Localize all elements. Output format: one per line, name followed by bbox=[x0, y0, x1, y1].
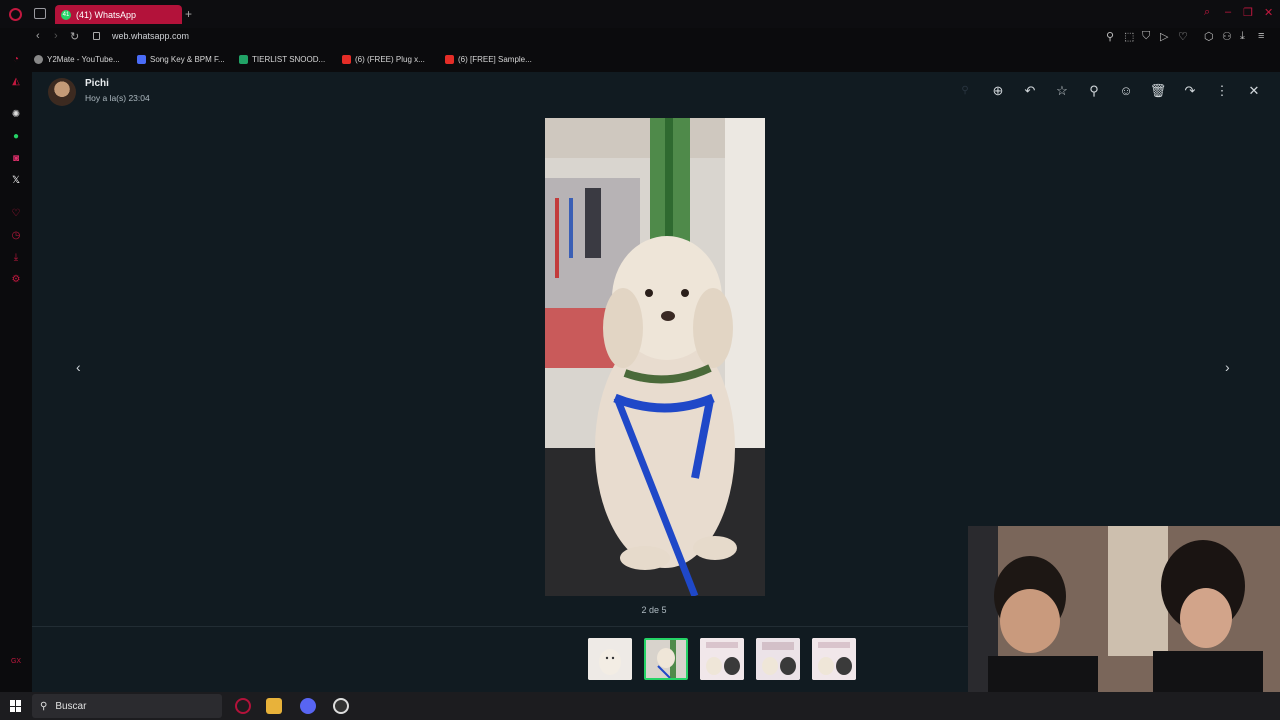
download-icon[interactable]: ⤓ bbox=[1240, 30, 1245, 43]
whatsapp-tab-icon: 41 bbox=[61, 9, 71, 20]
opera-gx-taskbar-icon[interactable] bbox=[235, 698, 251, 714]
bookmark-item[interactable]: TIERLIST SNOOD... bbox=[239, 53, 325, 65]
dog-photo-illustration bbox=[545, 118, 765, 596]
media-thumbnail-2-selected[interactable] bbox=[644, 638, 688, 680]
workspace-icon[interactable]: ◭ bbox=[10, 76, 22, 88]
emoji-icon[interactable]: ☺ bbox=[1117, 82, 1135, 100]
opera-menu-icon[interactable] bbox=[9, 8, 22, 21]
star-icon[interactable]: ☆ bbox=[1053, 82, 1071, 100]
tab-title: (41) WhatsApp bbox=[76, 9, 137, 20]
aria-icon[interactable]: ◔ bbox=[10, 54, 22, 66]
next-media-button[interactable]: › bbox=[1225, 359, 1230, 375]
previous-media-button[interactable]: ‹ bbox=[76, 359, 81, 375]
media-thumbnail-4[interactable] bbox=[756, 638, 800, 680]
bookmark-favicon bbox=[342, 54, 351, 64]
media-photo[interactable] bbox=[545, 118, 765, 596]
close-viewer-icon[interactable]: ✕ bbox=[1245, 82, 1263, 100]
snapshot-icon[interactable]: ⬚ bbox=[1124, 30, 1134, 43]
pin-message-icon[interactable]: ⚲ bbox=[1085, 82, 1103, 100]
thumbnail-image bbox=[646, 640, 686, 678]
discord-icon[interactable] bbox=[300, 698, 316, 714]
history-icon[interactable]: ◷ bbox=[10, 230, 22, 242]
browser-title-bar: 41 (41) WhatsApp + ⌕ – ❐ ✕ bbox=[0, 0, 1280, 28]
avatar[interactable] bbox=[48, 78, 76, 106]
file-explorer-icon[interactable] bbox=[266, 698, 282, 714]
bookmark-item[interactable]: Y2Mate - YouTube... bbox=[34, 53, 120, 65]
reload-button[interactable]: ↻ bbox=[70, 30, 79, 43]
windows-taskbar: ⚲ Buscar bbox=[0, 692, 1280, 720]
webcam-video-illustration bbox=[968, 526, 1280, 720]
media-thumbnail-5[interactable] bbox=[812, 638, 856, 680]
thumbnail-image bbox=[812, 638, 856, 680]
shield-icon[interactable]: ⛉ bbox=[1142, 30, 1150, 43]
windows-start-icon[interactable] bbox=[10, 700, 22, 712]
bookmark-favicon bbox=[239, 54, 248, 64]
media-thumbnail-3[interactable] bbox=[700, 638, 744, 680]
thumbnail-image bbox=[700, 638, 744, 680]
delete-icon[interactable]: 🗑 bbox=[1149, 82, 1167, 100]
instagram-icon[interactable]: ◙ bbox=[10, 153, 22, 165]
webcam-overlay bbox=[968, 526, 1280, 720]
bookmark-item[interactable]: (6) (FREE) Plug x... bbox=[342, 53, 425, 65]
media-counter: 2 de 5 bbox=[641, 605, 667, 615]
bookmark-item[interactable]: Song Key & BPM F... bbox=[137, 53, 225, 65]
zoom-out-icon: ⚲ bbox=[961, 85, 969, 96]
downloads-icon[interactable]: ⤓ bbox=[10, 252, 22, 264]
lock-icon bbox=[93, 32, 100, 40]
bookmark-item[interactable]: (6) [FREE] Sample... bbox=[445, 53, 532, 65]
reply-icon[interactable]: ↶ bbox=[1021, 82, 1039, 100]
tab-switcher-icon[interactable] bbox=[34, 8, 46, 19]
sender-name: Pichi bbox=[85, 78, 109, 89]
menu-icon[interactable]: ≡ bbox=[1258, 30, 1264, 42]
heart-icon[interactable]: ♡ bbox=[1178, 30, 1188, 43]
tab-whatsapp[interactable]: 41 (41) WhatsApp bbox=[55, 5, 182, 24]
bookmark-label: TIERLIST SNOOD... bbox=[252, 54, 326, 64]
back-button[interactable]: ‹ bbox=[36, 30, 40, 42]
thumbnail-image bbox=[588, 638, 632, 680]
opera-sidebar: ◔ ◭ ✺ ● ◙ 𝕏 ♡ ◷ ⤓ ⚙ GX bbox=[0, 48, 32, 692]
chatgpt-icon[interactable]: ✺ bbox=[10, 109, 22, 121]
taskbar-search-placeholder: Buscar bbox=[55, 700, 87, 712]
message-timestamp: Hoy a la(s) 23:04 bbox=[85, 93, 150, 103]
obs-icon[interactable] bbox=[333, 698, 349, 714]
zoom-in-icon[interactable]: ⊕ bbox=[989, 82, 1007, 100]
close-window-button[interactable]: ✕ bbox=[1264, 6, 1273, 19]
play-icon[interactable]: ▷ bbox=[1160, 30, 1168, 43]
address-bar[interactable]: web.whatsapp.com bbox=[112, 31, 189, 41]
bookmark-favicon bbox=[445, 54, 454, 64]
x-twitter-icon[interactable]: 𝕏 bbox=[10, 175, 22, 187]
gx-icon[interactable]: GX bbox=[10, 656, 22, 668]
bookmark-label: Y2Mate - YouTube... bbox=[47, 54, 120, 64]
media-thumbnail-1[interactable] bbox=[588, 638, 632, 680]
more-options-icon[interactable]: ⋮ bbox=[1213, 82, 1231, 100]
minimize-button[interactable]: – bbox=[1225, 6, 1231, 18]
pin-icon[interactable]: ⚲ bbox=[1106, 30, 1114, 43]
bookmark-label: Song Key & BPM F... bbox=[150, 54, 225, 64]
search-icon: ⚲ bbox=[40, 700, 48, 712]
new-tab-button[interactable]: + bbox=[185, 7, 192, 21]
extensions-icon[interactable]: ⬡ bbox=[1204, 30, 1214, 43]
favorites-icon[interactable]: ♡ bbox=[10, 208, 22, 220]
account-icon[interactable]: ⚇ bbox=[1222, 30, 1232, 43]
maximize-button[interactable]: ❐ bbox=[1243, 6, 1253, 19]
forward-button[interactable]: › bbox=[54, 30, 58, 42]
bookmark-label: (6) (FREE) Plug x... bbox=[355, 54, 425, 64]
bookmark-favicon bbox=[34, 54, 43, 64]
bookmark-label: (6) [FREE] Sample... bbox=[458, 54, 532, 64]
forward-icon[interactable]: ↷ bbox=[1181, 82, 1199, 100]
whatsapp-sidebar-icon[interactable]: ● bbox=[10, 131, 22, 143]
thumbnail-image bbox=[756, 638, 800, 680]
bookmark-favicon bbox=[137, 54, 146, 64]
settings-icon[interactable]: ⚙ bbox=[10, 274, 22, 286]
taskbar-search[interactable]: ⚲ Buscar bbox=[32, 694, 222, 718]
search-tabs-icon[interactable]: ⌕ bbox=[1204, 6, 1210, 19]
